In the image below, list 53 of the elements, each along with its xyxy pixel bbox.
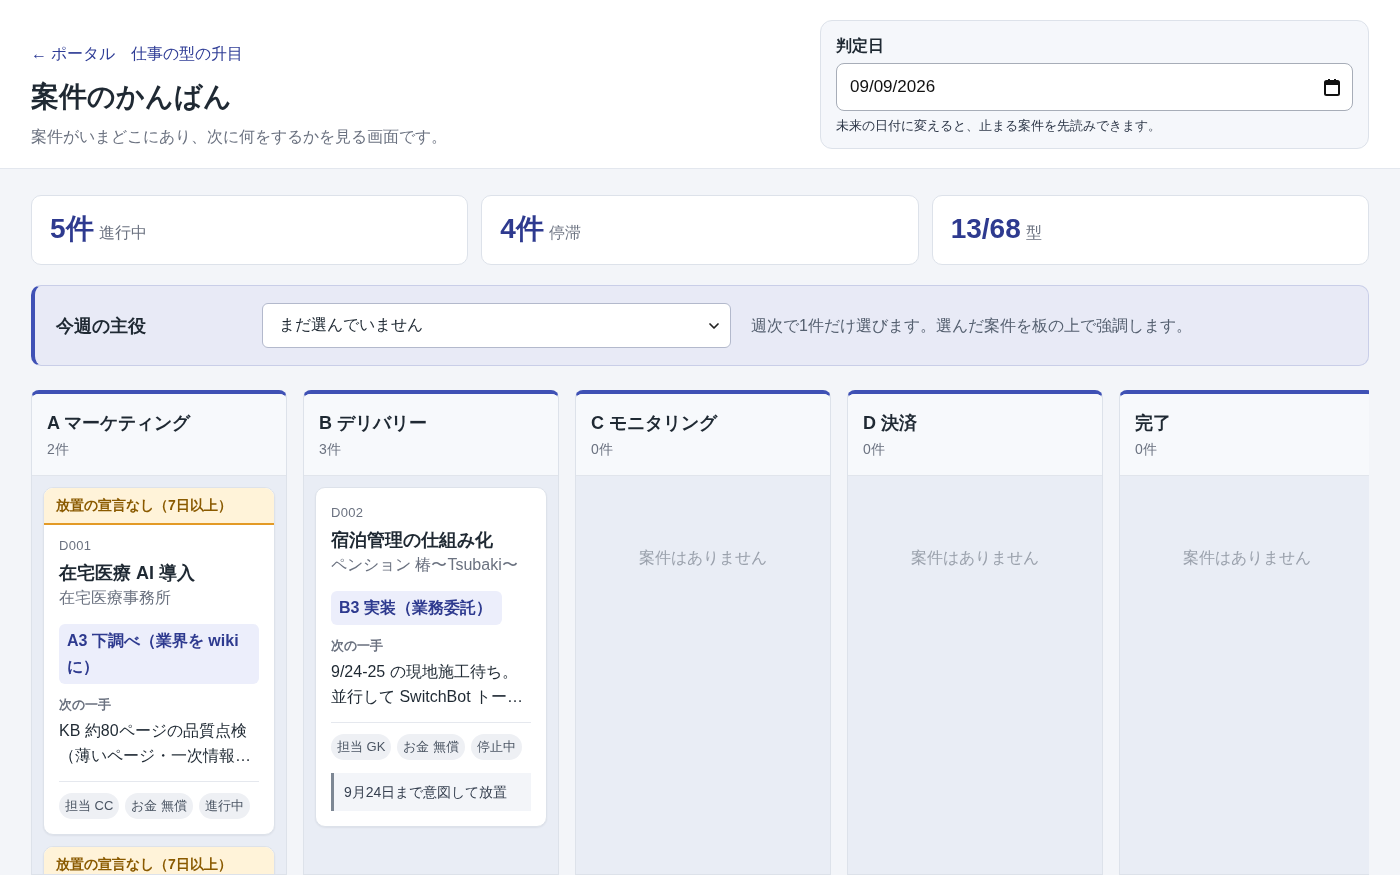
breadcrumb-link[interactable]: ← ポータル (31, 43, 116, 65)
column-count: 0件 (863, 440, 886, 459)
stat-label: 停滞 (548, 223, 581, 243)
column-title: C モニタリング (591, 412, 719, 435)
stat-value: 4件 (500, 212, 544, 246)
tag-chip: 停止中 (471, 734, 523, 760)
column-title: B デリバリー (319, 412, 428, 435)
calendar-icon[interactable] (1324, 78, 1340, 96)
column-count: 2件 (47, 440, 70, 459)
stage-chip: A3 下調べ（業界を wiki に） (59, 624, 259, 684)
column-count: 0件 (591, 440, 614, 459)
column-count: 0件 (1135, 440, 1158, 459)
deal-card[interactable]: 放置の宣言なし（7日以上） D001 在宅医療 AI 導入 在宅医療事務所 A3 下調べ（業界を wiki に） 次の一手 KB 約80ページの品質点検（薄いページ・一次情報… 担当 CC お金 無償 進行中 (43, 487, 275, 835)
empty-message: 案件はありません (910, 548, 1040, 568)
stage-chip: B3 実装（業務委託） (331, 591, 502, 625)
focus-select[interactable]: まだ選んでいません (262, 303, 731, 348)
empty-message: 案件はありません (1182, 548, 1312, 568)
tag-chip: お金 無償 (397, 734, 466, 760)
warning-banner: 放置の宣言なし（7日以上） (44, 488, 274, 525)
date-label: 判定日 (836, 36, 885, 56)
stat-label: 進行中 (98, 223, 147, 243)
empty-message: 案件はありません (638, 548, 768, 568)
column-count: 3件 (319, 440, 342, 459)
tag-chip: お金 無償 (125, 793, 193, 819)
client-name: 在宅医療事務所 (59, 588, 171, 608)
next-step-label: 次の一手 (59, 696, 111, 714)
focus-label: 今週の主役 (56, 314, 147, 338)
note-block: 9月24日まで意図して放置 (331, 773, 531, 811)
stat-value: 5件 (50, 212, 94, 246)
client-name: ペンション 椿〜Tsubaki〜 (331, 555, 518, 575)
stat-label: 型 (1025, 223, 1042, 243)
next-step-text: KB 約80ページの品質点検（薄いページ・一次情報… (59, 721, 252, 766)
focus-hint: 週次で1件だけ選びます。選んだ案件を板の上で強調します。 (751, 315, 1192, 336)
deal-card[interactable]: D002 宿泊管理の仕組み化 ペンション 椿〜Tsubaki〜 B3 実装（業務委託） 次の一手 9/24-25 の現地施工待ち。並行して SwitchBot トー… 担当 GK お金 無償 停止中 9月24日まで意図して放置 (315, 487, 547, 827)
tag-chip: 進行中 (199, 793, 250, 819)
deal-title: 在宅医療 AI 導入 (59, 562, 196, 585)
stat-value: 13/68 (950, 212, 1021, 246)
breadcrumb-link[interactable]: 仕事の型の升目 (131, 43, 244, 65)
deal-title: 宿泊管理の仕組み化 (331, 529, 494, 552)
page-subtitle: 案件がいまどこにあり、次に何をするかを見る画面です。 (31, 127, 447, 147)
date-field[interactable]: 09/09/2026 (836, 63, 1353, 111)
column-title: D 決済 (863, 412, 918, 435)
tag-chip: 担当 CC (59, 793, 120, 819)
next-step-label: 次の一手 (331, 637, 383, 655)
column-title: 完了 (1135, 412, 1172, 435)
page-title: 案件のかんばん (31, 80, 232, 114)
next-step-text: 9/24-25 の現地施工待ち。並行して SwitchBot トー… (331, 662, 525, 707)
tag-chip: 担当 GK (331, 734, 392, 760)
date-hint: 未来の日付に変えると、止まる案件を先読みできます。 (836, 117, 1162, 135)
deal-id: D002 (331, 505, 364, 521)
deal-card[interactable]: 放置の宣言なし（7日以上） (43, 846, 275, 874)
column-title: A マーケティング (47, 412, 192, 435)
deal-id: D001 (59, 538, 92, 554)
